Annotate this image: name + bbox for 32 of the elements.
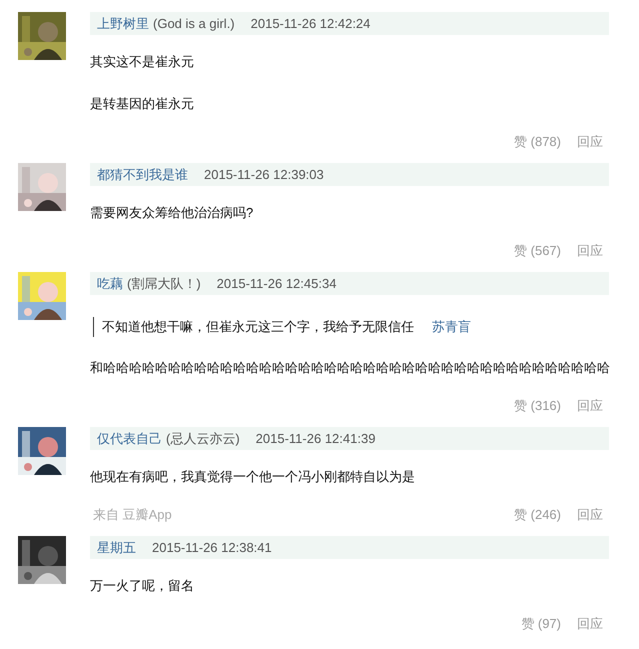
user-alias: (God is a girl.) xyxy=(153,16,235,31)
comment-text: 万一火了呢，留名 xyxy=(90,577,195,595)
comment-time: 2015-11-26 12:45:34 xyxy=(216,276,336,291)
reply-link[interactable]: 回应 xyxy=(577,397,603,415)
comment-time: 2015-11-26 12:39:03 xyxy=(204,167,324,182)
comment-time: 2015-11-26 12:42:24 xyxy=(250,16,370,31)
reply-link[interactable]: 回应 xyxy=(577,506,603,524)
source-label: 来自 豆瓣App xyxy=(93,506,172,524)
comment-text: 和哈哈哈哈哈哈哈哈哈哈哈哈哈哈哈哈哈哈哈哈哈哈哈哈哈哈哈哈哈哈哈哈哈哈哈哈哈哈哈 xyxy=(90,359,611,377)
comment-text: 其实这不是崔永元 xyxy=(90,53,195,71)
reply-link[interactable]: 回应 xyxy=(577,615,603,633)
user-alias: (割屌大队！) xyxy=(127,274,201,292)
comment-text: 他现在有病吧，我真觉得一个他一个冯小刚都特自以为是 xyxy=(90,468,416,486)
like-link[interactable]: 赞 (878) xyxy=(514,133,561,151)
like-link[interactable]: 赞 (246) xyxy=(514,506,561,524)
user-link[interactable]: 仅代表自己 xyxy=(97,430,162,448)
user-link[interactable]: 上野树里 xyxy=(97,14,149,32)
quote-author-link[interactable]: 苏青盲 xyxy=(432,317,471,337)
reply-link[interactable]: 回应 xyxy=(577,242,603,260)
like-link[interactable]: 赞 (567) xyxy=(514,242,561,260)
comment-text: 是转基因的崔永元 xyxy=(90,95,195,113)
user-link[interactable]: 星期五 xyxy=(97,538,136,556)
reply-link[interactable]: 回应 xyxy=(577,133,603,151)
like-link[interactable]: 赞 (316) xyxy=(514,397,561,415)
comment-time: 2015-11-26 12:41:39 xyxy=(256,431,376,446)
comment-text: 需要网友众筹给他治治病吗? xyxy=(90,204,254,222)
user-alias: (忌人云亦云) xyxy=(166,430,240,448)
quote-text: 不知道他想干嘛，但崔永元这三个字，我给予无限信任 xyxy=(102,318,414,336)
comment-time: 2015-11-26 12:38:41 xyxy=(152,540,272,555)
user-link[interactable]: 都猜不到我是谁 xyxy=(97,166,188,184)
user-link[interactable]: 吃藕 xyxy=(97,274,123,292)
like-link[interactable]: 赞 (97) xyxy=(521,615,561,633)
